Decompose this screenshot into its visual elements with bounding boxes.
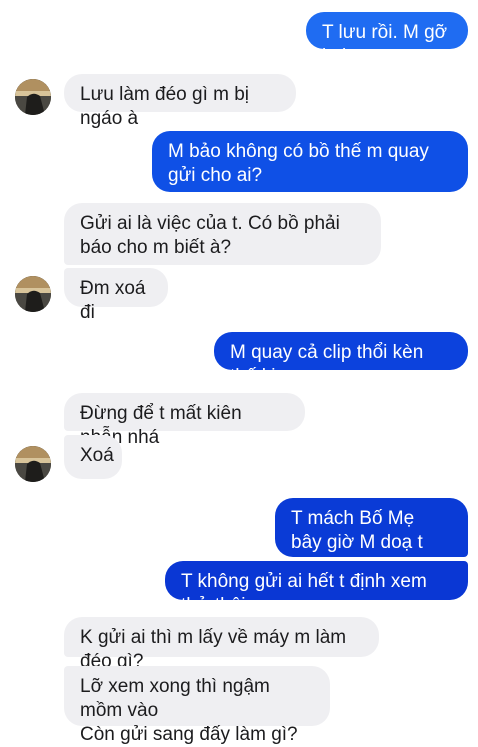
contact-avatar[interactable] [15, 79, 51, 115]
chat-thread: T lưu rồi. M gỡ lmj Lưu làm đéo gì m bị … [0, 0, 478, 745]
message-bubble-incoming[interactable]: Đm xoá đi [64, 268, 168, 323]
message-bubble-outgoing[interactable]: M quay cả clip thổi kèn thế kia [214, 332, 468, 387]
contact-photo-icon [15, 276, 51, 312]
message-bubble-incoming[interactable]: K gửi ai thì m lấy về máy m làm đéo gì? [64, 617, 379, 672]
contact-photo-icon [15, 446, 51, 482]
message-bubble-incoming[interactable]: Xoá [64, 435, 122, 479]
message-bubble-outgoing[interactable]: T lưu rồi. M gỡ lmj [306, 12, 468, 67]
message-bubble-incoming[interactable]: Lỡ xem xong thì ngậm mồm vào Còn gửi san… [64, 666, 330, 745]
message-bubble-outgoing[interactable]: M bảo không có bồ thế m quay gửi cho ai? [152, 131, 468, 192]
message-bubble-outgoing[interactable]: T mách Bố Mẹ bây giờ M doạ t đấy à [275, 498, 468, 577]
contact-avatar[interactable] [15, 276, 51, 312]
contact-photo-icon [15, 79, 51, 115]
message-bubble-outgoing[interactable]: T không gửi ai hết t định xem thử thôi [165, 561, 468, 616]
message-bubble-incoming[interactable]: Đừng để t mất kiên nhẫn nhá [64, 393, 305, 448]
contact-avatar[interactable] [15, 446, 51, 482]
message-bubble-incoming[interactable]: Gửi ai là việc của t. Có bồ phải báo cho… [64, 203, 381, 265]
message-bubble-incoming[interactable]: Lưu làm đéo gì m bị ngáo à [64, 74, 296, 129]
